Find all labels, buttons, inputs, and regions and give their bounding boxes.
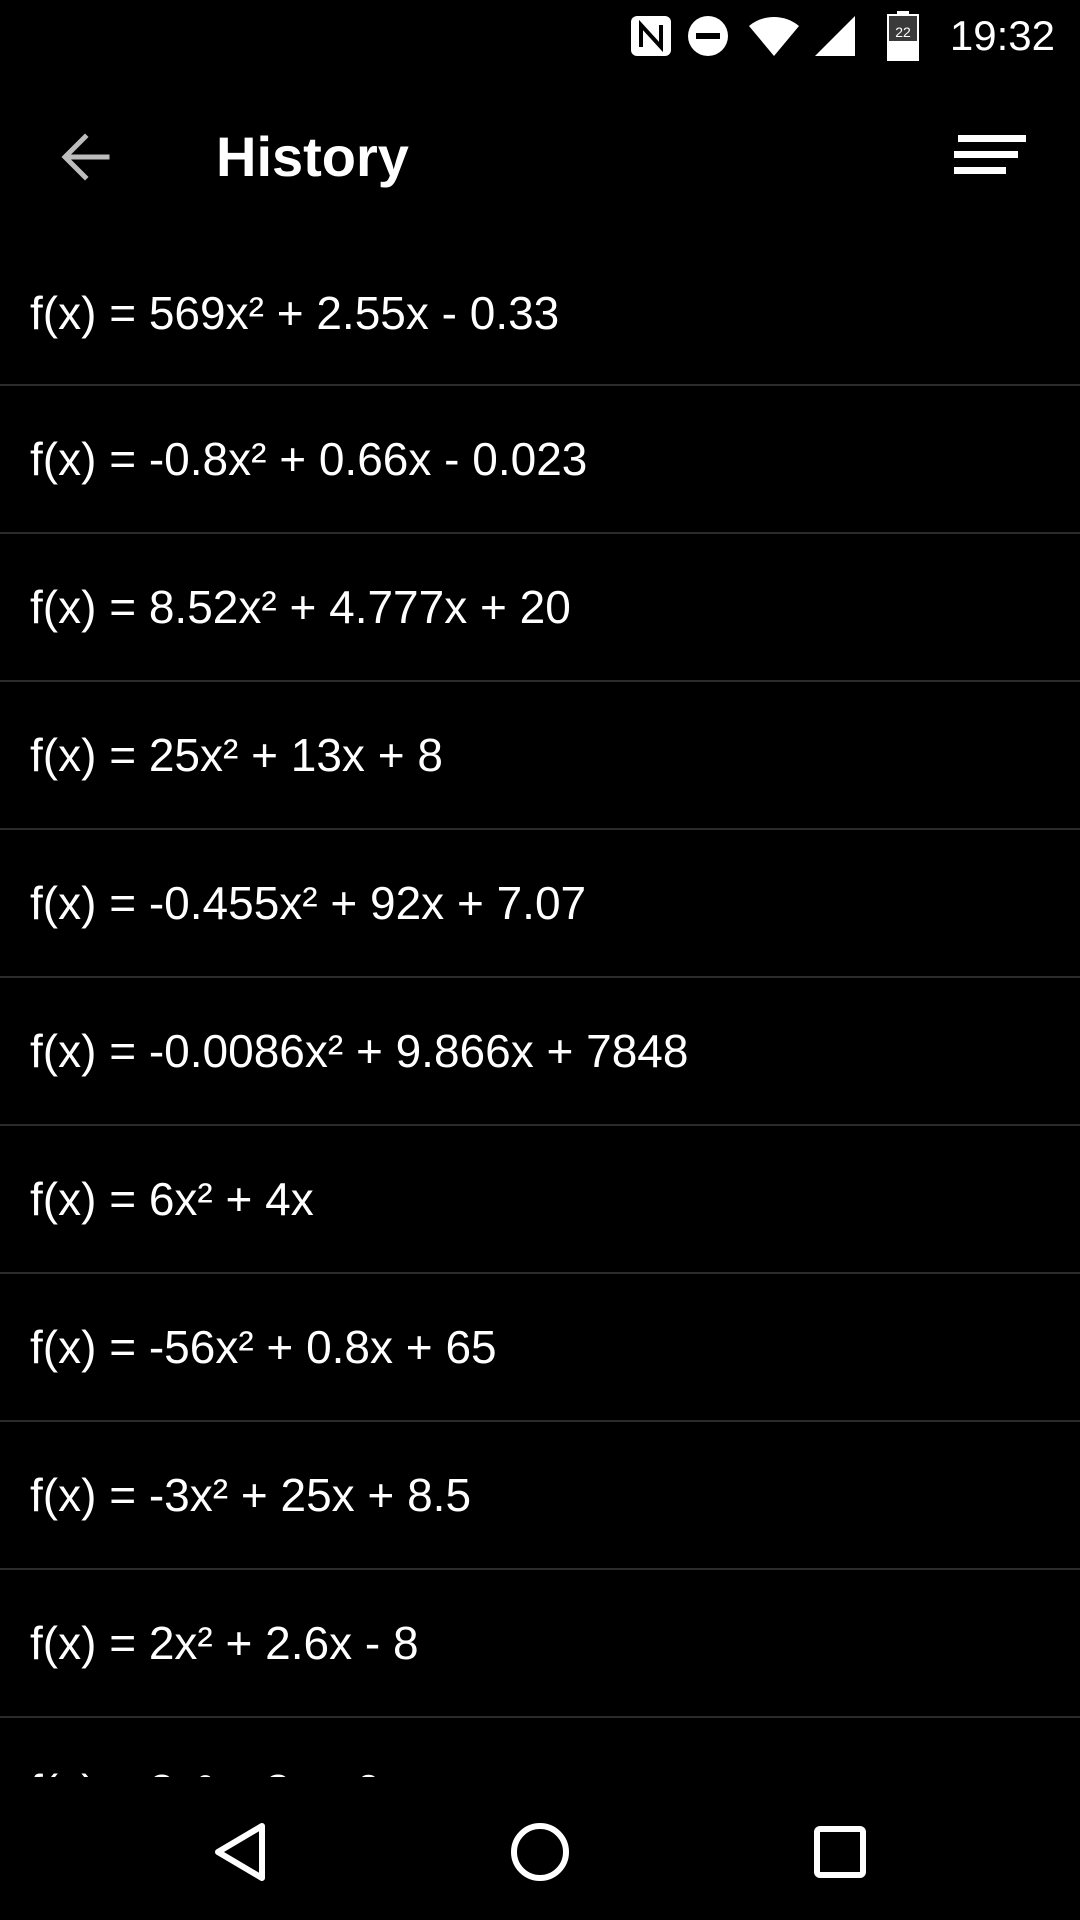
equation-text: f(x) = 8.52x² + 4.777x + 20 bbox=[30, 581, 571, 633]
app-bar: History bbox=[0, 72, 1080, 242]
page-title: History bbox=[216, 125, 409, 188]
sort-icon bbox=[954, 135, 1026, 174]
list-item[interactable]: f(x) = 25x² + 13x + 8 bbox=[0, 682, 1080, 830]
equation-text: f(x) = -0.455x² + 92x + 7.07 bbox=[30, 877, 587, 929]
list-item[interactable]: f(x) = -56x² + 0.8x + 65 bbox=[0, 1274, 1080, 1422]
signal-icon bbox=[812, 10, 858, 62]
list-item[interactable]: f(x) = -3x² + 25x + 8.5 bbox=[0, 1422, 1080, 1570]
list-item[interactable]: f(x) = -0.455x² + 92x + 7.07 bbox=[0, 830, 1080, 978]
nav-recents-button[interactable] bbox=[790, 1802, 890, 1902]
nav-back-icon bbox=[215, 1823, 265, 1881]
history-list: f(x) = 569x² + 2.55x - 0.33 f(x) = -0.8x… bbox=[0, 242, 1080, 1777]
nav-home-icon bbox=[511, 1823, 569, 1881]
list-item[interactable]: f(x) = 8.52x² + 4.777x + 20 bbox=[0, 534, 1080, 682]
navigation-bar bbox=[0, 1777, 1080, 1920]
equation-text: f(x) = -3x² + 25x + 8.5 bbox=[30, 1469, 472, 1521]
equation-text: f(x) = -0.8x² + 0.66x - 0.023 bbox=[30, 433, 588, 485]
nav-recents-icon bbox=[814, 1826, 866, 1878]
back-button[interactable] bbox=[40, 112, 130, 202]
list-item[interactable]: f(x) = 2x² + 8x - 6 bbox=[0, 1718, 1080, 1777]
equation-text: f(x) = 25x² + 13x + 8 bbox=[30, 729, 443, 781]
status-time: 19:32 bbox=[949, 12, 1055, 59]
list-item[interactable]: f(x) = 569x² + 2.55x - 0.33 bbox=[0, 242, 1080, 386]
nav-back-button[interactable] bbox=[190, 1802, 290, 1902]
do-not-disturb-icon bbox=[684, 10, 732, 62]
equation-text: f(x) = 6x² + 4x bbox=[30, 1173, 314, 1225]
sort-button[interactable] bbox=[940, 112, 1040, 202]
equation-text: f(x) = 2x² + 2.6x - 8 bbox=[30, 1617, 419, 1669]
wifi-icon bbox=[746, 10, 802, 62]
status-bar: 22 19:32 bbox=[0, 0, 1080, 72]
equation-text: f(x) = 569x² + 2.55x - 0.33 bbox=[30, 287, 560, 339]
equation-text: f(x) = -0.0086x² + 9.866x + 7848 bbox=[30, 1025, 689, 1077]
list-item[interactable]: f(x) = -0.8x² + 0.66x - 0.023 bbox=[0, 386, 1080, 534]
list-item[interactable]: f(x) = 2x² + 2.6x - 8 bbox=[0, 1570, 1080, 1718]
nav-home-button[interactable] bbox=[490, 1802, 590, 1902]
list-item[interactable]: f(x) = 6x² + 4x bbox=[0, 1126, 1080, 1274]
nfc-icon bbox=[628, 10, 674, 62]
equation-text: f(x) = 2x² + 8x - 6 bbox=[30, 1764, 380, 1777]
list-item[interactable]: f(x) = -0.0086x² + 9.866x + 7848 bbox=[0, 978, 1080, 1126]
equation-text: f(x) = -56x² + 0.8x + 65 bbox=[30, 1321, 497, 1373]
battery-icon: 22 bbox=[884, 10, 922, 62]
arrow-back-icon bbox=[61, 133, 110, 181]
battery-level-label: 22 bbox=[895, 24, 911, 40]
